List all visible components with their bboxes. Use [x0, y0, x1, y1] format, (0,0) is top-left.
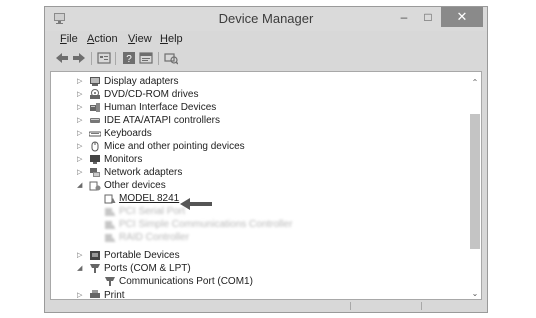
monitor-icon: [89, 154, 101, 165]
properties-icon[interactable]: [97, 51, 111, 65]
tree-item-label: Ports (COM & LPT): [104, 263, 191, 274]
menu-file-label: ile: [66, 33, 78, 45]
menu-help-label: elp: [167, 33, 183, 45]
menu-action-label: ction: [94, 33, 118, 45]
unknown-device-icon: [89, 180, 101, 191]
expand-arrow-icon[interactable]: ▷: [77, 169, 85, 177]
help-icon[interactable]: ?: [122, 51, 136, 65]
expand-arrow-icon[interactable]: ▷: [77, 292, 85, 299]
scroll-up-icon[interactable]: ⌃: [469, 78, 481, 88]
unknown-device-warning-icon: [104, 206, 116, 217]
ide-controller-icon: [89, 115, 101, 126]
device-manager-window: Device Manager – □ ✕ File Action View He…: [44, 6, 488, 313]
toolbar-separator: [158, 52, 159, 65]
show-hidden-icon[interactable]: [139, 51, 153, 65]
toolbar-separator: [91, 52, 92, 65]
tree-item-label: Display adapters: [104, 76, 179, 87]
menu-help-accelerator: H: [160, 33, 168, 45]
tree-item-label: PCI Serial Port: [119, 206, 186, 217]
menu-help[interactable]: Help: [160, 33, 183, 45]
expand-arrow-icon[interactable]: ▷: [77, 117, 85, 125]
network-adapter-icon: [89, 167, 101, 178]
tree-item-label: Portable Devices: [104, 250, 180, 261]
hid-icon: [89, 102, 101, 113]
collapse-arrow-icon[interactable]: ◢: [77, 182, 85, 190]
portable-device-icon: [89, 250, 101, 261]
expand-arrow-icon[interactable]: ▷: [77, 104, 85, 112]
menu-view-label: iew: [135, 33, 152, 45]
status-segment: [351, 302, 422, 310]
printer-icon: [89, 290, 101, 299]
device-tree[interactable]: ▷ Display adapters ▷ DVD/CD-ROM drives ▷…: [50, 71, 482, 300]
tree-item-label: Monitors: [104, 154, 143, 165]
tree-item-label: IDE ATA/ATAPI controllers: [104, 115, 220, 126]
expand-arrow-icon[interactable]: ▷: [77, 91, 85, 99]
menu-action[interactable]: Action: [87, 33, 118, 45]
tree-item-label: Human Interface Devices: [104, 102, 217, 113]
expand-arrow-icon[interactable]: ▷: [77, 252, 85, 260]
close-button[interactable]: ✕: [441, 7, 483, 27]
menu-file-accelerator: F: [60, 33, 67, 45]
tree-item-label: Network adapters: [104, 167, 183, 178]
menu-file[interactable]: File: [60, 33, 78, 45]
unknown-device-warning-icon: [104, 193, 116, 204]
dvd-drive-icon: [89, 89, 101, 100]
toolbar: ?: [45, 49, 487, 69]
mouse-icon: [89, 141, 101, 152]
status-segment: [50, 302, 351, 310]
keyboard-icon: [88, 128, 102, 139]
tree-item-label: Other devices: [104, 180, 166, 191]
scroll-thumb[interactable]: [470, 114, 480, 249]
tree-item-label: RAID Controller: [119, 232, 190, 243]
tree-item-label: Print: [104, 290, 125, 300]
toolbar-separator: [115, 52, 116, 65]
port-icon: [89, 263, 101, 274]
expand-arrow-icon[interactable]: ▷: [77, 156, 85, 164]
tree-item-label: MODEL 8241: [119, 193, 180, 204]
tree-item-label: PCI Simple Communications Controller: [119, 219, 293, 230]
menu-view[interactable]: View: [128, 33, 152, 45]
display-adapter-icon: [89, 76, 101, 87]
unknown-device-warning-icon: [104, 219, 116, 230]
status-bar: [50, 302, 482, 310]
expand-arrow-icon[interactable]: ▷: [77, 78, 85, 86]
expand-arrow-icon[interactable]: ▷: [77, 130, 85, 138]
port-icon: [104, 276, 116, 287]
back-arrow-icon[interactable]: [55, 51, 69, 65]
menu-bar: File Action View Help: [45, 32, 487, 48]
tree-item-label: DVD/CD-ROM drives: [104, 89, 199, 100]
maximize-button[interactable]: □: [417, 7, 439, 27]
unknown-device-warning-icon: [104, 232, 116, 243]
title-bar[interactable]: Device Manager – □ ✕: [45, 7, 487, 31]
vertical-scrollbar[interactable]: ⌃ ⌄: [469, 72, 481, 299]
forward-arrow-icon[interactable]: [72, 51, 86, 65]
tree-item-label: Communications Port (COM1): [119, 276, 253, 287]
tree-item-label: Keyboards: [104, 128, 152, 139]
tree-item-label: Mice and other pointing devices: [104, 141, 245, 152]
collapse-arrow-icon[interactable]: ◢: [77, 265, 85, 273]
scroll-down-icon[interactable]: ⌄: [469, 289, 481, 299]
expand-arrow-icon[interactable]: ▷: [77, 143, 85, 151]
scan-hardware-icon[interactable]: [164, 51, 179, 65]
minimize-button[interactable]: –: [393, 7, 415, 27]
svg-text:?: ?: [126, 54, 132, 65]
callout-arrow-icon: [179, 197, 213, 216]
